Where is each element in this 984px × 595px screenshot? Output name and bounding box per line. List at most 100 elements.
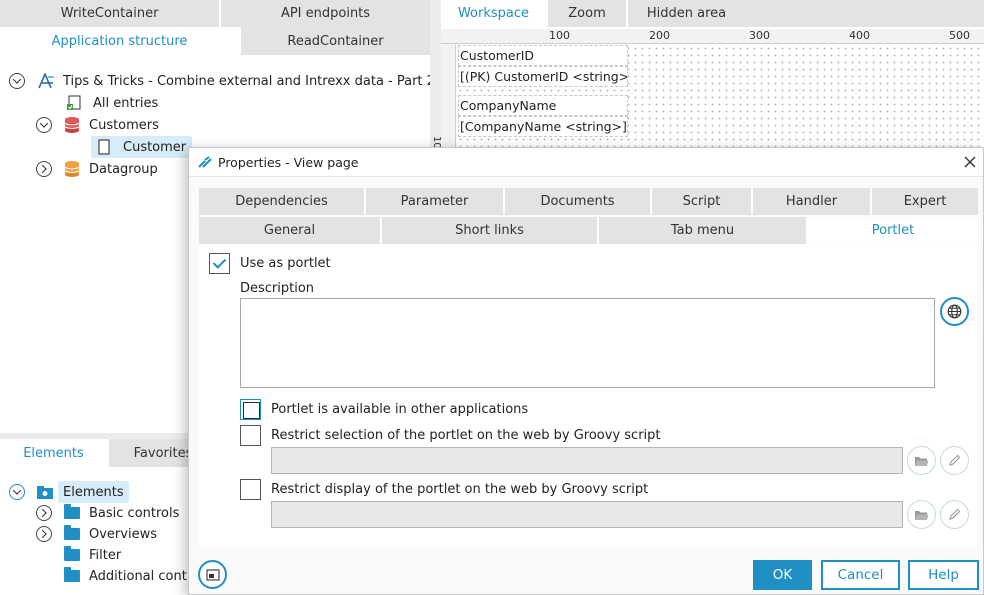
description-label: Description: [240, 281, 315, 296]
check-icon: [212, 255, 227, 269]
elements-item-overviews[interactable]: Overviews: [36, 523, 157, 545]
tab-readcontainer[interactable]: ReadContainer: [239, 27, 430, 55]
tab-tab-menu[interactable]: Tab menu: [597, 217, 806, 244]
tab-handler[interactable]: Handler: [751, 188, 870, 215]
tab-api-endpoints[interactable]: API endpoints: [219, 0, 430, 27]
elements-item-label: Filter: [89, 547, 122, 563]
database-icon: [63, 116, 81, 134]
ruler-tick-400: 400: [849, 29, 870, 42]
chevron-down-icon: [12, 486, 22, 495]
pencil-icon: [949, 508, 961, 520]
elements-item-filter[interactable]: Filter: [63, 544, 121, 566]
field-control-companyname[interactable]: [CompanyName <string>]: [458, 116, 628, 137]
selected-tree-item: Customer: [91, 136, 193, 158]
workspace-tabbar: Workspace Zoom Hidden area: [441, 0, 984, 27]
tab-elements[interactable]: Elements: [0, 439, 107, 467]
page-icon: [95, 138, 113, 156]
tab-zoom[interactable]: Zoom: [546, 0, 626, 27]
field-control-customerid[interactable]: [(PK) CustomerID <string>]: [458, 66, 628, 87]
tree-item-all-entries[interactable]: All entries: [65, 92, 158, 114]
description-textarea[interactable]: [240, 298, 935, 388]
ruler-tick-500: 500: [949, 29, 970, 42]
all-entries-icon: [65, 94, 83, 112]
tab-portlet[interactable]: Portlet: [806, 217, 978, 244]
dialog-title: Properties - View page: [218, 154, 359, 170]
layout-button[interactable]: [198, 560, 227, 589]
close-icon[interactable]: [963, 155, 977, 169]
restrict-display-browse-button: [907, 500, 936, 529]
ruler-tick-100: 100: [549, 29, 570, 42]
ruler-tick-200: 200: [649, 29, 670, 42]
tab-general[interactable]: General: [199, 217, 380, 244]
dialog-tabbar-row2: General Short links Tab menu Portlet: [199, 217, 978, 244]
restrict-selection-edit-button: [940, 446, 969, 475]
open-folder-icon: [915, 510, 929, 520]
tab-application-structure[interactable]: Application structure: [0, 27, 239, 55]
restrict-selection-script-input: [271, 447, 903, 474]
ok-button[interactable]: OK: [753, 560, 812, 590]
ruler-tick-300: 300: [749, 29, 770, 42]
collapse-expander[interactable]: [9, 484, 25, 500]
chevron-right-icon: [38, 529, 47, 539]
elements-root-label: Elements: [63, 484, 124, 500]
field-label-companyname[interactable]: CompanyName: [458, 95, 628, 116]
field-label-customerid[interactable]: CustomerID: [458, 45, 628, 66]
tab-short-links[interactable]: Short links: [380, 217, 597, 244]
tab-parameter[interactable]: Parameter: [364, 188, 503, 215]
collapse-expander[interactable]: [36, 117, 52, 133]
restrict-selection-label: Restrict selection of the portlet on the…: [271, 428, 661, 443]
chevron-down-icon: [12, 75, 22, 84]
tree-item-customer[interactable]: Customer: [91, 136, 193, 158]
collapse-expander[interactable]: [9, 73, 25, 89]
properties-dialog: Properties - View page Dependencies Para…: [188, 147, 984, 595]
restrict-selection-browse-button: [907, 446, 936, 475]
tree-item-datagroup[interactable]: Datagroup: [36, 158, 158, 180]
cancel-button[interactable]: Cancel: [821, 560, 900, 590]
dialog-titlebar[interactable]: Properties - View page: [189, 148, 983, 177]
properties-icon: [198, 156, 212, 168]
use-as-portlet-label: Use as portlet: [240, 256, 331, 271]
elements-root[interactable]: Elements: [9, 481, 129, 503]
available-in-other-apps-checkbox[interactable]: [240, 399, 261, 420]
tab-workspace[interactable]: Workspace: [441, 0, 546, 27]
app-logo-icon: [37, 72, 55, 90]
tree-label-datagroup: Datagroup: [89, 161, 158, 177]
elements-item-label: Basic controls: [89, 505, 180, 521]
language-button[interactable]: [940, 297, 969, 326]
chevron-right-icon: [38, 164, 47, 174]
tree-item-application[interactable]: Tips & Tricks - Combine external and Int…: [9, 70, 435, 92]
tree-label-application: Tips & Tricks - Combine external and Int…: [63, 73, 435, 89]
tab-script[interactable]: Script: [650, 188, 751, 215]
restrict-display-label: Restrict display of the portlet on the w…: [271, 482, 649, 497]
expand-expander[interactable]: [36, 526, 52, 542]
restrict-selection-checkbox[interactable]: [240, 425, 261, 446]
restrict-display-edit-button: [940, 500, 969, 529]
restrict-display-script-input: [271, 501, 903, 528]
tab-hidden-area[interactable]: Hidden area: [626, 0, 745, 27]
vertical-ruler: 100: [431, 44, 456, 155]
use-as-portlet-checkbox[interactable]: [209, 253, 230, 274]
datagroup-icon: [63, 160, 81, 178]
tab-dependencies[interactable]: Dependencies: [199, 188, 364, 215]
tab-documents[interactable]: Documents: [503, 188, 650, 215]
tree-label-all-entries: All entries: [93, 95, 159, 111]
help-button[interactable]: Help: [908, 560, 979, 590]
folder-icon: [63, 546, 81, 564]
elements-icon: [36, 483, 54, 501]
globe-icon: [947, 304, 962, 319]
folder-icon: [63, 504, 81, 522]
dialog-tabbar-row1: Dependencies Parameter Documents Script …: [199, 188, 978, 215]
expand-expander[interactable]: [36, 161, 52, 177]
restrict-display-checkbox[interactable]: [240, 479, 261, 500]
tab-expert[interactable]: Expert: [870, 188, 978, 215]
tree-item-customers[interactable]: Customers: [36, 114, 159, 136]
elements-item-basic-controls[interactable]: Basic controls: [36, 502, 179, 524]
folder-icon: [63, 567, 81, 585]
horizontal-ruler: 100 200 300 400 500: [441, 29, 984, 44]
tab-writecontainer[interactable]: WriteContainer: [0, 0, 219, 27]
folder-icon: [63, 525, 81, 543]
expand-expander[interactable]: [36, 505, 52, 521]
left-tabbar-row1: WriteContainer API endpoints: [0, 0, 430, 27]
tree-label-customers: Customers: [89, 117, 159, 133]
chevron-down-icon: [39, 119, 49, 128]
